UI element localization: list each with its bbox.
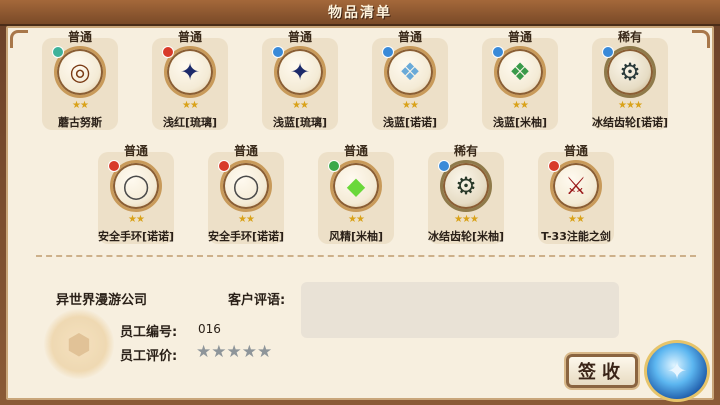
item-stars: ★★ [402, 100, 419, 111]
employee-rating-stars: ★★★★★ [196, 342, 273, 362]
item-card[interactable]: 稀有 ⚙ ★★★ 冰结齿轮[诺诺] [588, 28, 672, 140]
item-rarity: 普通 [343, 144, 368, 158]
element-gem-icon [162, 46, 174, 58]
element-gem-icon [328, 160, 340, 172]
item-rarity: 普通 [397, 30, 422, 44]
item-card[interactable]: 普通 ◎ ★★ 蘑古努斯 [38, 28, 122, 140]
item-rarity: 普通 [233, 144, 258, 158]
review-text-box [301, 282, 619, 338]
item-card[interactable]: 稀有 ⚙ ★★★ 冰结齿轮[米柚] [424, 142, 508, 254]
item-card[interactable]: 普通 ✦ ★★ 浅蓝[琉璃] [258, 28, 342, 140]
employee-id-label: 员工编号: [120, 325, 178, 340]
sign-seal-icon[interactable]: ✦ [644, 340, 710, 402]
item-name: 浅红[琉璃] [162, 116, 218, 129]
corner-ornament [692, 30, 710, 48]
employee-rating-label: 员工评价: [120, 349, 178, 364]
item-name: 安全手环[诺诺] [207, 230, 285, 243]
element-gem-icon [218, 160, 230, 172]
element-gem-icon [382, 46, 394, 58]
employee-id-value: 016 [198, 322, 221, 336]
item-rarity: 普通 [507, 30, 532, 44]
element-gem-icon [52, 46, 64, 58]
item-rarity: 普通 [287, 30, 312, 44]
element-gem-icon [492, 46, 504, 58]
item-name: 浅蓝[米柚] [492, 116, 548, 129]
item-stars: ★★ [292, 100, 309, 111]
review-label: 客户评语: [228, 293, 286, 308]
window-title: 物品清单 [328, 5, 392, 21]
item-stars: ★★ [568, 214, 585, 225]
item-stars: ★★ [128, 214, 145, 225]
item-name: 冰结齿轮[诺诺] [591, 116, 669, 129]
element-gem-icon [108, 160, 120, 172]
item-name: T-33注能之剑 [541, 230, 611, 243]
item-card[interactable]: 普通 ◆ ★★ 风精[米柚] [314, 142, 398, 254]
item-card[interactable]: 普通 ✦ ★★ 浅红[琉璃] [148, 28, 232, 140]
item-stars: ★★ [512, 100, 529, 111]
item-name: 浅蓝[琉璃] [272, 116, 328, 129]
item-rarity: 稀有 [453, 144, 478, 158]
item-rarity: 普通 [177, 30, 202, 44]
sign-button[interactable]: 签收 [566, 354, 638, 388]
item-rarity: 普通 [123, 144, 148, 158]
element-gem-icon [602, 46, 614, 58]
item-name: 冰结齿轮[米柚] [427, 230, 505, 243]
item-name: 浅蓝[诺诺] [382, 116, 438, 129]
title-bar: 物品清单 [0, 0, 720, 26]
company-emblem-icon: ⬢ [44, 309, 114, 379]
item-card[interactable]: 普通 ◯ ★★ 安全手环[诺诺] [204, 142, 288, 254]
item-stars: ★★★ [618, 100, 643, 111]
item-stars: ★★ [238, 214, 255, 225]
item-card[interactable]: 普通 ❖ ★★ 浅蓝[诺诺] [368, 28, 452, 140]
item-rarity: 稀有 [617, 30, 642, 44]
item-card[interactable]: 普通 ❖ ★★ 浅蓝[米柚] [478, 28, 562, 140]
company-name: 异世界漫游公司 [56, 293, 148, 308]
item-stars: ★★★ [454, 214, 479, 225]
item-rarity: 普通 [563, 144, 588, 158]
item-card[interactable]: 普通 ◯ ★★ 安全手环[诺诺] [94, 142, 178, 254]
corner-ornament [10, 30, 28, 48]
element-gem-icon [438, 160, 450, 172]
item-card[interactable]: 普通 ⚔ ★★ T-33注能之剑 [534, 142, 618, 254]
item-name: 风精[米柚] [328, 230, 384, 243]
element-gem-icon [272, 46, 284, 58]
item-stars: ★★ [348, 214, 365, 225]
element-gem-icon [548, 160, 560, 172]
item-stars: ★★ [182, 100, 199, 111]
item-name: 蘑古努斯 [58, 116, 102, 129]
item-rarity: 普通 [67, 30, 92, 44]
item-stars: ★★ [72, 100, 89, 111]
item-name: 安全手环[诺诺] [97, 230, 175, 243]
